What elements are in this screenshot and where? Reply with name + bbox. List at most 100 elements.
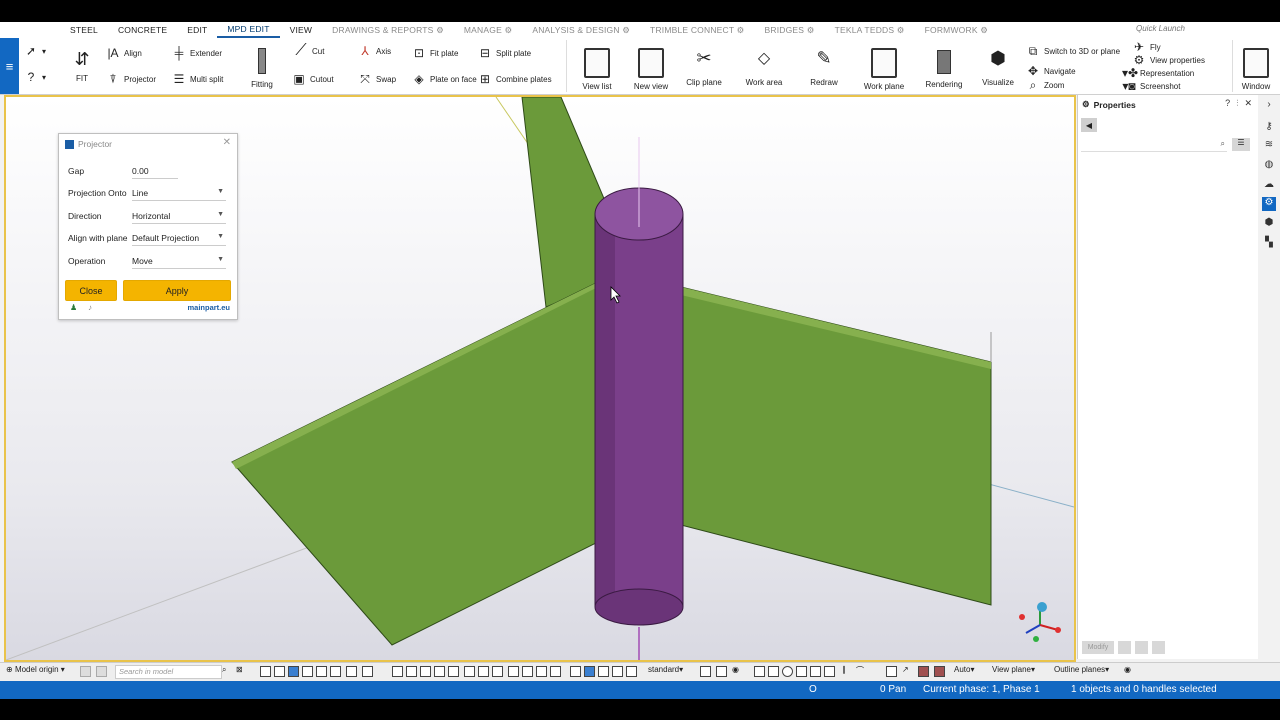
snap-icon[interactable] — [406, 666, 417, 677]
menu-icon[interactable]: ≡ — [0, 38, 19, 94]
snap-icon[interactable] — [716, 666, 727, 677]
grid-icon[interactable]: ▚ — [1262, 237, 1276, 251]
align-button[interactable]: |A Align — [106, 46, 141, 60]
switch-3d-button[interactable]: ⧉ Switch to 3D or plane — [1026, 44, 1120, 59]
help-icon[interactable]: ? — [1225, 98, 1230, 109]
outline-planes-dropdown[interactable]: Outline planes▾ — [1054, 665, 1109, 674]
snap-icon[interactable] — [362, 666, 373, 677]
view-list-button[interactable]: View list — [567, 48, 627, 91]
zoom-button[interactable]: ⌕ Zoom — [1026, 78, 1065, 93]
rendering-button[interactable]: Rendering — [914, 48, 974, 89]
representation-button[interactable]: ▾✤ Representation — [1122, 66, 1194, 80]
tools-icon[interactable]: ⚷ — [1262, 121, 1276, 135]
direction-select[interactable]: Horizontal ▼ — [132, 211, 226, 224]
pin-icon[interactable]: ⫶ — [1236, 98, 1238, 109]
snap-icon[interactable]: ∥ — [842, 665, 846, 674]
align-with-plane-select[interactable]: Default Projection ▼ — [132, 233, 226, 246]
extender-button[interactable]: ╪ Extender — [172, 46, 222, 60]
cut-button[interactable]: ⟋ Cut — [294, 42, 324, 60]
layers-icon[interactable]: ≋ — [1262, 139, 1276, 153]
tab-view[interactable]: VIEW — [280, 25, 323, 35]
left-plate[interactable] — [231, 281, 599, 646]
multi-split-button[interactable]: ☰ Multi split — [172, 72, 224, 86]
view-properties-button[interactable]: ⚙ View properties — [1132, 53, 1205, 67]
fit-button[interactable]: ⇵ FIT — [52, 44, 112, 83]
search-model-input[interactable]: Search in model — [115, 665, 222, 679]
select-tool-icon[interactable] — [330, 666, 341, 677]
snap-icon[interactable] — [768, 666, 779, 677]
apply-button[interactable]: Apply — [123, 280, 231, 301]
auto-dropdown[interactable]: Auto▾ — [954, 665, 974, 674]
tab-concrete[interactable]: CONCRETE — [108, 25, 177, 35]
fly-button[interactable]: ✈ Fly — [1132, 40, 1161, 54]
operation-select[interactable]: Move ▼ — [132, 256, 226, 269]
snap-icon[interactable] — [754, 666, 765, 677]
bell-icon[interactable]: ♪ — [88, 303, 92, 312]
pick-icon[interactable] — [1118, 641, 1131, 654]
tab-bridges[interactable]: BRIDGES ⚙ — [755, 25, 825, 36]
gap-input[interactable]: 0.00 — [132, 166, 178, 179]
snap-icon[interactable] — [886, 666, 897, 677]
projection-onto-select[interactable]: Line ▼ — [132, 188, 226, 201]
properties-search-input[interactable]: ⌕ — [1081, 138, 1227, 152]
fit-plate-button[interactable]: ⊡ Fit plate — [412, 46, 459, 60]
tab-edit[interactable]: EDIT — [177, 25, 217, 35]
list-view-button[interactable]: ☰ — [1232, 138, 1250, 151]
snap-icon[interactable]: ↗ — [902, 665, 909, 674]
select-tool-icon[interactable] — [316, 666, 327, 677]
close-button[interactable]: Close — [65, 280, 117, 301]
select-tool-icon[interactable] — [274, 666, 285, 677]
split-plate-button[interactable]: ⊟ Split plate — [478, 46, 531, 60]
snap-icon[interactable] — [934, 666, 945, 677]
help-tool-icon[interactable]: ? ▾ — [24, 70, 46, 84]
settings-icon[interactable]: ⚙ — [1262, 197, 1276, 211]
plate-on-face-button[interactable]: ◈ Plate on face — [412, 72, 476, 86]
brand-link[interactable]: mainpart.eu — [187, 303, 230, 312]
select-tool-icon[interactable] — [346, 666, 357, 677]
view-plane-dropdown[interactable]: View plane▾ — [992, 665, 1035, 674]
globe-icon[interactable]: ◍ — [1262, 159, 1276, 173]
snap-icon[interactable] — [796, 666, 807, 677]
close-icon[interactable]: ✕ — [1244, 98, 1252, 109]
status-phase[interactable]: Current phase: 1, Phase 1 — [923, 684, 1040, 695]
snap-icon[interactable] — [626, 666, 637, 677]
work-plane-button[interactable]: Work plane — [854, 48, 914, 91]
tab-trimble-connect[interactable]: TRIMBLE CONNECT ⚙ — [640, 25, 754, 36]
fitting-button[interactable]: Fitting — [232, 44, 292, 89]
copy-icon[interactable] — [1135, 641, 1148, 654]
select-tool-icon[interactable]: ➚ ▾ — [24, 44, 46, 58]
snap-icon[interactable] — [612, 666, 623, 677]
snap-icon[interactable] — [392, 666, 403, 677]
cloud-icon[interactable]: ☁ — [1262, 179, 1276, 193]
snap-icon[interactable] — [420, 666, 431, 677]
plane-icon[interactable] — [96, 666, 107, 677]
navigate-button[interactable]: ✥ Navigate — [1026, 64, 1076, 78]
axis-gizmo-icon[interactable] — [1019, 602, 1061, 642]
work-area-button[interactable]: ◇ Work area — [734, 48, 794, 87]
filter-icon[interactable]: ⊠ — [236, 665, 243, 674]
screenshot-button[interactable]: ▾◙ Screenshot — [1122, 79, 1180, 93]
plane-icon[interactable] — [80, 666, 91, 677]
snap-icon[interactable] — [550, 666, 561, 677]
cutout-button[interactable]: ▣ Cutout — [292, 72, 333, 86]
tab-tekla-tedds[interactable]: TEKLA TEDDS ⚙ — [825, 25, 915, 36]
snap-icon[interactable] — [700, 666, 711, 677]
tab-formwork[interactable]: FORMWORK ⚙ — [915, 25, 998, 36]
snap-icon[interactable] — [464, 666, 475, 677]
standard-dropdown[interactable]: standard▾ — [648, 665, 683, 674]
user-icon[interactable]: ♟ — [70, 303, 77, 312]
snap-icon[interactable]: ⌒ — [856, 665, 864, 676]
eye-icon[interactable]: ◉ — [1124, 665, 1131, 674]
snap-icon[interactable] — [536, 666, 547, 677]
visualize-button[interactable]: ⬢ Visualize — [968, 48, 1028, 87]
swap-button[interactable]: ⤧ Swap — [358, 72, 396, 87]
tab-steel[interactable]: STEEL — [60, 25, 108, 35]
snap-icon[interactable] — [824, 666, 835, 677]
snap-icon[interactable] — [584, 666, 595, 677]
snap-icon[interactable] — [508, 666, 519, 677]
tab-manage[interactable]: MANAGE ⚙ — [454, 25, 522, 36]
right-plate[interactable] — [680, 286, 992, 606]
snap-icon[interactable] — [810, 666, 821, 677]
combine-plates-button[interactable]: ⊞ Combine plates — [478, 72, 552, 86]
delete-icon[interactable] — [1152, 641, 1165, 654]
